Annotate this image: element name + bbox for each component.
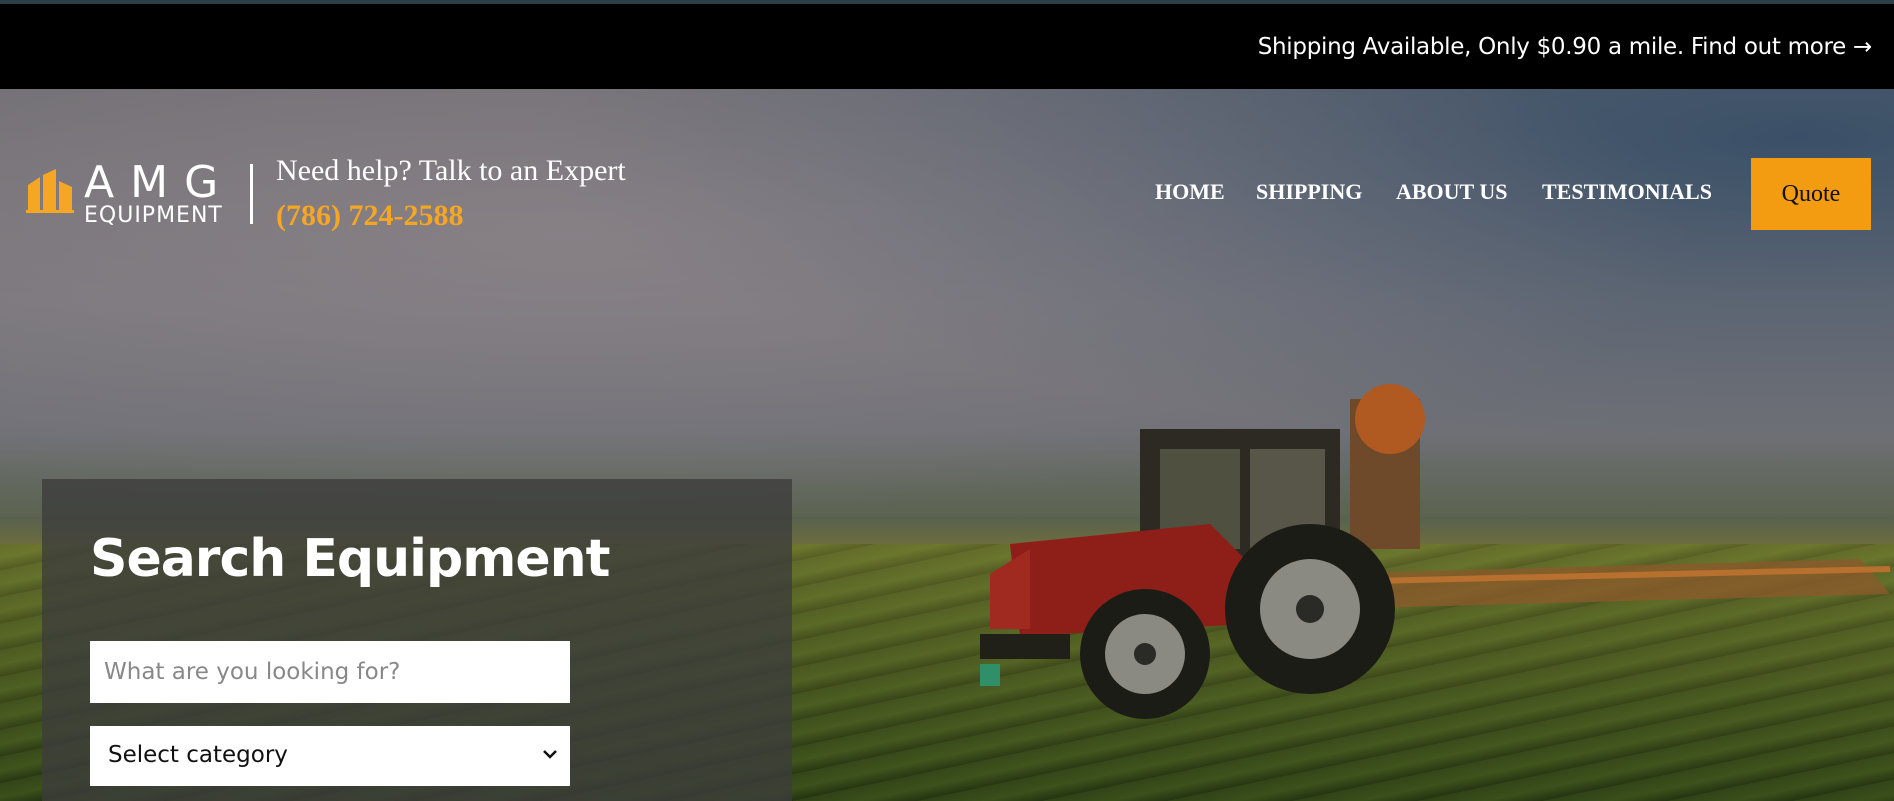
logo-divider <box>250 164 253 224</box>
chevron-down-icon <box>543 750 557 759</box>
phone-number-link[interactable]: (786) 724-2588 <box>276 199 463 233</box>
shipping-announcement-link[interactable]: Shipping Available, Only $0.90 a mile. F… <box>1258 34 1873 60</box>
nav-item-about-us[interactable]: ABOUT US <box>1396 179 1507 205</box>
nav-item-testimonials[interactable]: TESTIMONIALS <box>1542 179 1712 205</box>
search-title: Search Equipment <box>90 529 611 589</box>
category-selected-value: Select category <box>108 742 288 768</box>
logo-wordmark: AMG <box>84 157 235 208</box>
quote-button[interactable]: Quote <box>1751 158 1871 230</box>
hero-section: AMG EQUIPMENT Need help? Talk to an Expe… <box>0 89 1894 801</box>
tractor-image <box>980 384 1891 719</box>
amg-logo[interactable]: AMG EQUIPMENT <box>26 157 226 233</box>
help-text: Need help? Talk to an Expert <box>276 154 626 187</box>
nav-item-home[interactable]: HOME <box>1155 179 1225 205</box>
announcement-bar: Shipping Available, Only $0.90 a mile. F… <box>0 4 1894 89</box>
nav-item-shipping[interactable]: SHIPPING <box>1256 179 1362 205</box>
buildings-icon <box>26 169 74 213</box>
logo-subtitle: EQUIPMENT <box>84 203 223 228</box>
search-input[interactable] <box>90 641 570 703</box>
search-panel: Search Equipment Select category <box>42 479 792 801</box>
category-select[interactable]: Select category <box>90 726 570 786</box>
